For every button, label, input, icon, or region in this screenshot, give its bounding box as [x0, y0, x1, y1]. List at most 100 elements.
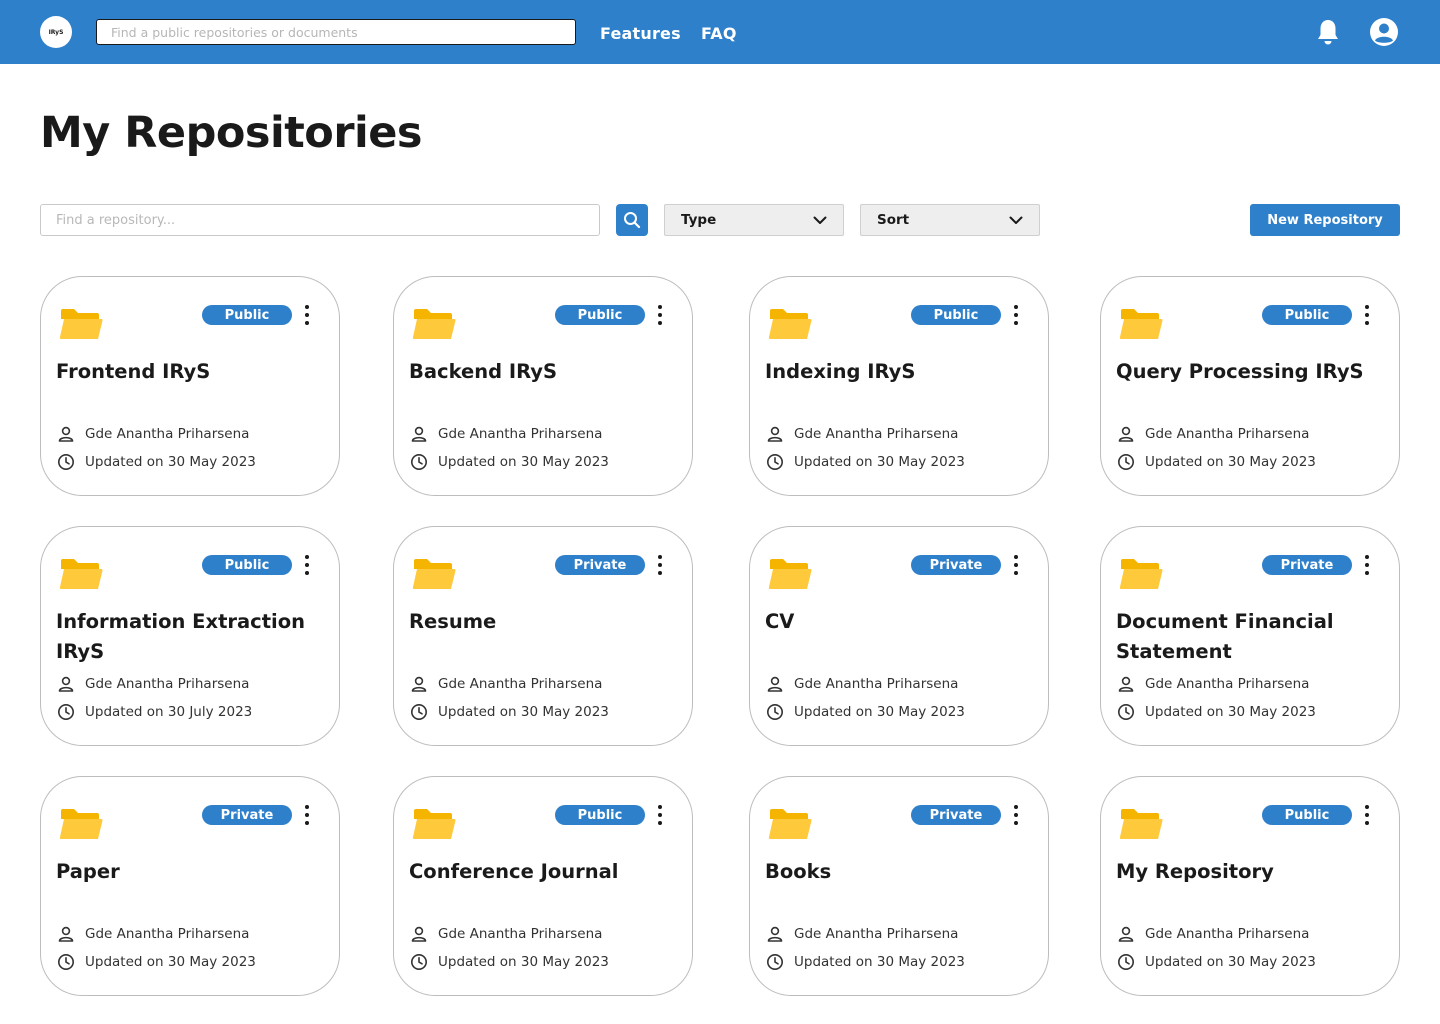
repository-card[interactable]: Private Books Gde Anantha Priharsena Upd…: [749, 776, 1049, 996]
repository-card[interactable]: Private Paper Gde Anantha Priharsena Upd…: [40, 776, 340, 996]
user-circle-icon[interactable]: [1368, 16, 1400, 48]
clock-icon: [58, 454, 74, 470]
repository-name[interactable]: Frontend IRyS: [56, 357, 328, 387]
new-repository-button[interactable]: New Repository: [1250, 204, 1400, 236]
repository-updated: Updated on 30 May 2023: [766, 703, 965, 721]
repository-name[interactable]: CV: [765, 607, 1037, 637]
app-logo[interactable]: IRyS: [40, 16, 72, 48]
repository-updated: Updated on 30 May 2023: [57, 953, 256, 971]
folder-icon: [1119, 809, 1163, 839]
nav-link-faq[interactable]: FAQ: [701, 24, 737, 43]
user-icon: [767, 426, 783, 442]
visibility-badge: Private: [555, 555, 645, 575]
repository-card[interactable]: Public Backend IRyS Gde Anantha Priharse…: [393, 276, 693, 496]
folder-icon: [1119, 309, 1163, 339]
visibility-badge: Public: [1262, 305, 1352, 325]
user-icon: [1118, 426, 1134, 442]
clock-icon: [767, 954, 783, 970]
repository-owner: Gde Anantha Priharsena: [410, 425, 602, 443]
repository-name[interactable]: My Repository: [1116, 857, 1388, 887]
repository-updated: Updated on 30 May 2023: [1117, 703, 1316, 721]
visibility-badge: Private: [911, 805, 1001, 825]
owner-name: Gde Anantha Priharsena: [85, 926, 250, 942]
owner-name: Gde Anantha Priharsena: [794, 426, 959, 442]
global-search-input[interactable]: [96, 19, 576, 45]
folder-icon: [768, 809, 812, 839]
repository-name[interactable]: Resume: [409, 607, 681, 637]
more-options-icon[interactable]: [652, 803, 668, 827]
updated-date: Updated on 30 May 2023: [794, 454, 965, 470]
visibility-badge: Public: [1262, 805, 1352, 825]
updated-date: Updated on 30 May 2023: [438, 954, 609, 970]
more-options-icon[interactable]: [1008, 803, 1024, 827]
owner-name: Gde Anantha Priharsena: [85, 426, 250, 442]
search-button[interactable]: [616, 204, 648, 236]
bell-icon[interactable]: [1312, 16, 1344, 48]
owner-name: Gde Anantha Priharsena: [794, 926, 959, 942]
updated-date: Updated on 30 May 2023: [1145, 454, 1316, 470]
repository-updated: Updated on 30 July 2023: [57, 703, 252, 721]
folder-icon: [59, 559, 103, 589]
clock-icon: [1118, 954, 1134, 970]
more-options-icon[interactable]: [299, 303, 315, 327]
repository-updated: Updated on 30 May 2023: [57, 453, 256, 471]
repository-card[interactable]: Private Document Financial Statement Gde…: [1100, 526, 1400, 746]
repository-owner: Gde Anantha Priharsena: [766, 425, 958, 443]
more-options-icon[interactable]: [299, 803, 315, 827]
more-options-icon[interactable]: [1359, 303, 1375, 327]
repository-name[interactable]: Books: [765, 857, 1037, 887]
repository-card[interactable]: Public Frontend IRyS Gde Anantha Prihars…: [40, 276, 340, 496]
more-options-icon[interactable]: [652, 303, 668, 327]
clock-icon: [767, 454, 783, 470]
nav-link-features[interactable]: Features: [600, 24, 681, 43]
repository-card[interactable]: Public Query Processing IRyS Gde Anantha…: [1100, 276, 1400, 496]
repository-name[interactable]: Backend IRyS: [409, 357, 681, 387]
folder-icon: [59, 809, 103, 839]
repository-card[interactable]: Private Resume Gde Anantha Priharsena Up…: [393, 526, 693, 746]
repository-updated: Updated on 30 May 2023: [410, 453, 609, 471]
repository-card[interactable]: Private CV Gde Anantha Priharsena Update…: [749, 526, 1049, 746]
clock-icon: [767, 704, 783, 720]
updated-date: Updated on 30 July 2023: [85, 704, 253, 720]
clock-icon: [411, 954, 427, 970]
chevron-down-icon: [813, 216, 827, 224]
repository-card[interactable]: Public Conference Journal Gde Anantha Pr…: [393, 776, 693, 996]
visibility-badge: Private: [911, 555, 1001, 575]
search-icon: [624, 212, 641, 229]
sort-dropdown[interactable]: Sort: [860, 204, 1040, 236]
repository-card[interactable]: Public My Repository Gde Anantha Prihars…: [1100, 776, 1400, 996]
page-title: My Repositories: [40, 108, 423, 158]
repository-name[interactable]: Indexing IRyS: [765, 357, 1037, 387]
visibility-badge: Public: [555, 305, 645, 325]
repository-card[interactable]: Public Indexing IRyS Gde Anantha Prihars…: [749, 276, 1049, 496]
logo-text: IRyS: [48, 28, 64, 36]
updated-date: Updated on 30 May 2023: [438, 704, 609, 720]
visibility-badge: Private: [1262, 555, 1352, 575]
user-icon: [58, 426, 74, 442]
type-filter-dropdown[interactable]: Type: [664, 204, 844, 236]
repository-updated: Updated on 30 May 2023: [1117, 453, 1316, 471]
repository-name[interactable]: Conference Journal: [409, 857, 681, 887]
repository-card[interactable]: Public Information Extraction IRyS Gde A…: [40, 526, 340, 746]
repository-name[interactable]: Information Extraction IRyS: [56, 607, 328, 667]
sort-label: Sort: [877, 212, 910, 228]
updated-date: Updated on 30 May 2023: [794, 704, 965, 720]
more-options-icon[interactable]: [1008, 553, 1024, 577]
repository-name[interactable]: Paper: [56, 857, 328, 887]
repository-owner: Gde Anantha Priharsena: [1117, 925, 1309, 943]
user-icon: [411, 676, 427, 692]
repository-search-input[interactable]: [40, 204, 600, 236]
clock-icon: [58, 954, 74, 970]
more-options-icon[interactable]: [1359, 553, 1375, 577]
folder-icon: [412, 559, 456, 589]
visibility-badge: Public: [555, 805, 645, 825]
repository-name[interactable]: Document Financial Statement: [1116, 607, 1388, 667]
repository-owner: Gde Anantha Priharsena: [57, 425, 249, 443]
folder-icon: [1119, 559, 1163, 589]
more-options-icon[interactable]: [652, 553, 668, 577]
repository-name[interactable]: Query Processing IRyS: [1116, 357, 1388, 387]
more-options-icon[interactable]: [1008, 303, 1024, 327]
visibility-badge: Public: [911, 305, 1001, 325]
more-options-icon[interactable]: [1359, 803, 1375, 827]
more-options-icon[interactable]: [299, 553, 315, 577]
